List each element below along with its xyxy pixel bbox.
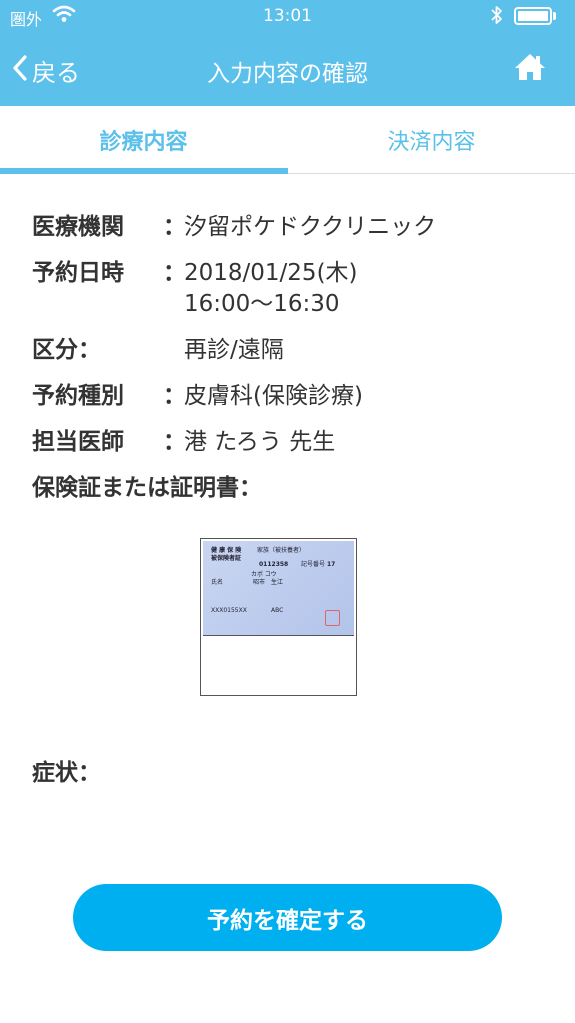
- app-header: 圏外 13:01 戻る 入力内容の確認: [0, 0, 575, 106]
- facility-row: 医療機関 ： 汐留ポケドククリニック: [32, 212, 552, 243]
- category-value: 再診/遠隔: [184, 337, 284, 363]
- symptom-label: 症状：: [32, 760, 101, 786]
- doctor-label: 担当医師: [32, 429, 124, 455]
- datetime-time: 16:00〜16:30: [184, 291, 340, 317]
- datetime-value: 2018/01/25(木) 16:00〜16:30: [184, 258, 358, 320]
- tab-bar: 診療内容 決済内容: [0, 106, 575, 174]
- card-branch: 17: [327, 561, 336, 568]
- card-number: 0112358: [259, 561, 289, 568]
- doctor-value: 港 たろう 先生: [184, 429, 336, 455]
- reservation-details: 医療機関 ： 汐留ポケドククリニック 予約日時 ： 2018/01/25(木) …: [32, 212, 552, 504]
- category-label: 区分：: [32, 337, 101, 363]
- colon: ：: [163, 260, 186, 286]
- card-kind: 家族（被扶養者）: [257, 547, 306, 554]
- nav-bar: 戻る 入力内容の確認: [0, 34, 575, 106]
- colon: ：: [163, 429, 186, 455]
- bluetooth-icon: [490, 4, 504, 30]
- facility-label: 医療機関: [32, 214, 124, 240]
- datetime-date: 2018/01/25(木): [184, 260, 358, 286]
- type-value: 皮膚科(保険診療): [184, 383, 363, 409]
- datetime-row: 予約日時 ： 2018/01/25(木) 16:00〜16:30: [32, 258, 552, 320]
- confirm-reservation-button[interactable]: 予約を確定する: [73, 884, 502, 951]
- home-button[interactable]: [514, 52, 546, 86]
- card-name: 昭市 生江: [253, 579, 284, 586]
- tab-indicator: [0, 168, 288, 174]
- datetime-label: 予約日時: [32, 260, 124, 286]
- insurance-card-image[interactable]: 健 康 保 険 被保険者証 家族（被扶養者） 記号 0112358 番号 17 …: [200, 538, 357, 696]
- tab-payment[interactable]: 決済内容: [288, 106, 575, 174]
- insurance-label: 保険証または証明書：: [32, 475, 262, 501]
- page-title: 入力内容の確認: [207, 61, 368, 87]
- card-stamp: [325, 610, 340, 626]
- card-title-2: 被保険者証: [211, 555, 242, 562]
- card-name-label: 氏名: [211, 579, 224, 586]
- tab-consultation[interactable]: 診療内容: [0, 106, 287, 174]
- card-number-prefix: 記号: [301, 561, 314, 568]
- card-branch-label: 番号: [313, 561, 326, 568]
- category-row: 区分： 再診/遠隔: [32, 335, 552, 366]
- doctor-row: 担当医師 ： 港 たろう 先生: [32, 427, 552, 458]
- status-bar: 圏外 13:01: [0, 0, 575, 34]
- status-time: 13:01: [263, 6, 312, 26]
- card-title-1: 健 康 保 険: [211, 547, 242, 554]
- card-code2: ABC: [271, 607, 284, 614]
- colon: ：: [163, 214, 186, 240]
- insurance-card-photo: 健 康 保 険 被保険者証 家族（被扶養者） 記号 0112358 番号 17 …: [203, 541, 354, 636]
- battery-icon: [514, 7, 552, 25]
- facility-value: 汐留ポケドククリニック: [184, 214, 437, 240]
- card-furigana: カボ コウ: [251, 571, 277, 578]
- type-label: 予約種別: [32, 383, 124, 409]
- battery-tip: [553, 12, 556, 20]
- card-code: XXX0155XX: [211, 607, 247, 614]
- type-row: 予約種別 ： 皮膚科(保険診療): [32, 381, 552, 412]
- home-icon: [514, 54, 546, 86]
- colon: ：: [163, 383, 186, 409]
